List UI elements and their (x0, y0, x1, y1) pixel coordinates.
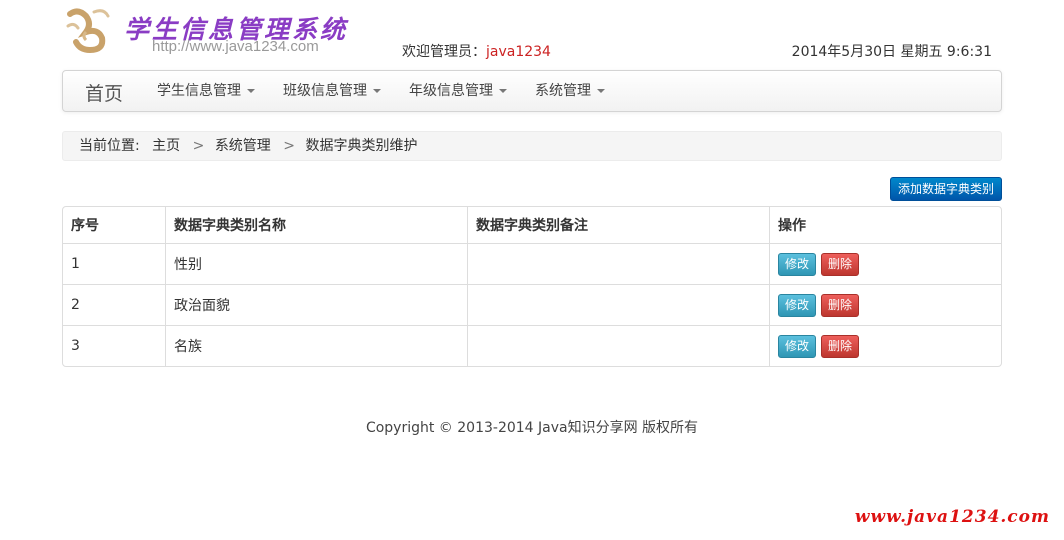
breadcrumb-system-management[interactable]: 系统管理 (215, 138, 271, 154)
column-header-note: 数据字典类别备注 (467, 207, 769, 243)
logo-emblem-icon (66, 8, 110, 54)
caret-down-icon (373, 89, 381, 93)
table-row: 2 政治面貌 修改 删除 (63, 284, 1001, 325)
caret-down-icon (499, 89, 507, 93)
table-header-row: 序号 数据字典类别名称 数据字典类别备注 操作 (63, 207, 1001, 243)
nav-item-label: 系统管理 (535, 83, 591, 99)
main-navbar: 首页 学生信息管理 班级信息管理 年级信息管理 系统管理 (62, 70, 1002, 112)
nav-grade-info-menu[interactable]: 年级信息管理 (409, 71, 521, 111)
cell-note (467, 243, 769, 284)
cell-note (467, 325, 769, 366)
nav-item-label: 班级信息管理 (283, 83, 367, 99)
delete-button[interactable]: 删除 (821, 293, 860, 317)
cell-actions: 修改 删除 (769, 243, 1001, 284)
nav-item-label: 学生信息管理 (157, 83, 241, 99)
nav-class-info-menu[interactable]: 班级信息管理 (283, 71, 395, 111)
cell-index: 2 (63, 284, 165, 325)
edit-button[interactable]: 修改 (778, 334, 817, 358)
site-logo: 学生信息管理系统 http://www.java1234.com (64, 6, 364, 60)
cell-actions: 修改 删除 (769, 325, 1001, 366)
add-dict-category-button[interactable]: 添加数据字典类别 (889, 177, 1002, 201)
nav-student-info-menu[interactable]: 学生信息管理 (157, 71, 269, 111)
breadcrumb-home[interactable]: 主页 (152, 138, 180, 154)
nav-menu: 学生信息管理 班级信息管理 年级信息管理 系统管理 (157, 71, 633, 111)
column-header-name: 数据字典类别名称 (165, 207, 467, 243)
welcome-prefix: 欢迎管理员： (402, 44, 486, 60)
delete-button[interactable]: 删除 (821, 252, 860, 276)
dict-category-table: 序号 数据字典类别名称 数据字典类别备注 操作 1 性别 修改 删除 2 政治面貌… (62, 206, 1002, 367)
site-watermark: www.java1234.com (854, 507, 1050, 527)
cell-name: 性别 (165, 243, 467, 284)
nav-item-label: 年级信息管理 (409, 83, 493, 99)
welcome-text: 欢迎管理员：java1234 (402, 41, 551, 61)
cell-actions: 修改 删除 (769, 284, 1001, 325)
table-row: 3 名族 修改 删除 (63, 325, 1001, 366)
caret-down-icon (597, 89, 605, 93)
breadcrumb-prefix: 当前位置: (79, 138, 140, 154)
breadcrumb: 当前位置: 主页 > 系统管理 > 数据字典类别维护 (62, 131, 1002, 161)
column-header-index: 序号 (71, 218, 99, 234)
breadcrumb-separator: > (283, 138, 295, 154)
cell-name: 政治面貌 (165, 284, 467, 325)
current-user: java1234 (486, 44, 551, 60)
edit-button[interactable]: 修改 (778, 252, 817, 276)
breadcrumb-current: 数据字典类别维护 (305, 138, 418, 154)
cell-index: 3 (63, 325, 165, 366)
cell-index: 1 (63, 243, 165, 284)
breadcrumb-separator: > (192, 138, 205, 154)
table-row: 1 性别 修改 删除 (63, 243, 1001, 284)
delete-button[interactable]: 删除 (821, 334, 860, 358)
cell-note (467, 284, 769, 325)
copyright-footer: Copyright © 2013-2014 Java知识分享网 版权所有 (365, 420, 699, 436)
nav-system-menu[interactable]: 系统管理 (535, 71, 619, 111)
nav-home-link[interactable]: 首页 (85, 79, 123, 106)
edit-button[interactable]: 修改 (778, 293, 817, 317)
caret-down-icon (247, 89, 255, 93)
cell-name: 名族 (165, 325, 467, 366)
column-header-actions: 操作 (769, 207, 1001, 243)
current-datetime: 2014年5月30日 星期五 9:6:31 (791, 44, 992, 60)
site-url: http://www.java1234.com (152, 38, 319, 55)
